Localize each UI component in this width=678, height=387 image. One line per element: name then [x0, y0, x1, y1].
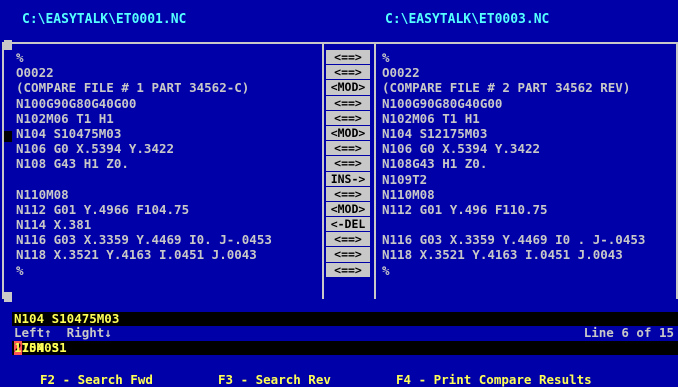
compare-marker: <==> [326, 156, 370, 172]
left-file-line[interactable]: N104 S10475M03 [16, 126, 272, 141]
compare-marker: <==> [326, 141, 370, 157]
left-file-lines: % O0022 (COMPARE FILE # 1 PART 34562-C) N10… [16, 50, 272, 278]
compare-marker: <MOD> [326, 201, 370, 218]
right-file-line[interactable]: O0022 [382, 65, 645, 80]
status-hint-bar: Left↑ Right↓ Line 6 of 15 [12, 326, 678, 340]
left-file-line[interactable]: (COMPARE FILE # 1 PART 34562-C) [16, 80, 272, 95]
left-file-line[interactable] [16, 172, 272, 187]
compare-marker-column: <==> <==> <MOD> <==> <==> <MOD> <==> <==> INS-> <… [324, 42, 376, 299]
left-file-line[interactable]: N102M06 T1 H1 [16, 111, 272, 126]
left-file-line[interactable]: N108 G43 H1 Z0. [16, 156, 272, 171]
left-file-line[interactable]: N110M08 [16, 187, 272, 202]
left-file-line[interactable]: N118 X.3521 Y.4163 I.0451 J.0043 [16, 247, 272, 262]
compare-marker: <==> [326, 186, 370, 202]
right-file-line[interactable] [382, 217, 645, 232]
title-bar: C:\EASYTALK\ET0001.NC C:\EASYTALK\ET0003… [0, 0, 678, 42]
left-line-preview-text: N104 S10475M03 [14, 311, 120, 326]
right-file-line[interactable]: N110M08 [382, 187, 645, 202]
left-file-line[interactable]: N112 G01 Y.4966 F104.75 [16, 202, 272, 217]
right-file-line[interactable]: % [382, 50, 645, 65]
right-file-line[interactable]: % [382, 263, 645, 278]
right-line-preview: N104 S1 2 175M03 [12, 341, 678, 355]
compare-marker: <==> [326, 65, 370, 81]
function-key-bar: F2 - Search Fwd F3 - Search Rev F4 - Pri… [0, 356, 678, 387]
compare-marker: <MOD> [326, 125, 370, 142]
left-file-line[interactable]: N116 G03 X.3359 Y.4469 I0. J-.0453 [16, 232, 272, 247]
compare-marker: <==> [326, 262, 370, 278]
right-file-line[interactable]: N104 S12175M03 [382, 126, 645, 141]
right-file-line[interactable]: N118 X.3521 Y.4163 I.0451 J.0043 [382, 247, 645, 262]
right-file-line[interactable]: N106 G0 X.5394 Y.3422 [382, 141, 645, 156]
right-file-title: C:\EASYTALK\ET0003.NC [385, 12, 550, 27]
compare-marker: <==> [326, 247, 370, 263]
left-file-line[interactable]: N114 X.381 [16, 217, 272, 232]
left-file-line[interactable]: % [16, 50, 272, 65]
right-file-line[interactable]: N108G43 H1 Z0. [382, 156, 645, 171]
compare-marker: <MOD> [326, 80, 370, 96]
right-file-line[interactable]: (COMPARE FILE # 2 PART 34562 REV) [382, 80, 645, 95]
compare-marker: <==> [326, 95, 370, 111]
left-file-line[interactable]: N100G90G80G40G00 [16, 96, 272, 111]
right-file-line[interactable]: N112 G01 Y.496 F110.75 [382, 202, 645, 217]
compare-marker: INS-> [326, 171, 370, 187]
left-file-line[interactable]: O0022 [16, 65, 272, 80]
right-file-line[interactable]: N109T2 [382, 172, 645, 187]
compare-markers: <==> <==> <MOD> <==> <==> <MOD> <==> <==> INS-> <… [326, 50, 370, 278]
preview-suffix: 175M03 [14, 340, 60, 355]
right-file-line[interactable]: N116 G03 X.3359 Y.4469 I0 . J-.0453 [382, 232, 645, 247]
left-file-line[interactable]: % [16, 263, 272, 278]
right-file-lines: % O0022 (COMPARE FILE # 2 PART 34562 REV) N… [382, 50, 645, 278]
right-file-line[interactable]: N100G90G80G40G00 [382, 96, 645, 111]
left-file-pane[interactable]: % O0022 (COMPARE FILE # 1 PART 34562-C) N10… [2, 42, 324, 299]
left-line-preview: N104 S10475M03 [12, 312, 678, 326]
left-file-title: C:\EASYTALK\ET0001.NC [22, 12, 187, 27]
compare-marker: <==> [326, 50, 370, 66]
compare-marker: <-DEL [326, 217, 370, 233]
left-file-line[interactable]: N106 G0 X.5394 Y.3422 [16, 141, 272, 156]
compare-marker: <==> [326, 110, 370, 126]
compare-marker: <==> [326, 232, 370, 248]
right-file-pane[interactable]: % O0022 (COMPARE FILE # 2 PART 34562 REV) N… [374, 42, 678, 299]
line-position: Line 6 of 15 [583, 325, 674, 340]
navigation-hint: Left↑ Right↓ [14, 325, 112, 340]
right-file-line[interactable]: N102M06 T1 H1 [382, 111, 645, 126]
